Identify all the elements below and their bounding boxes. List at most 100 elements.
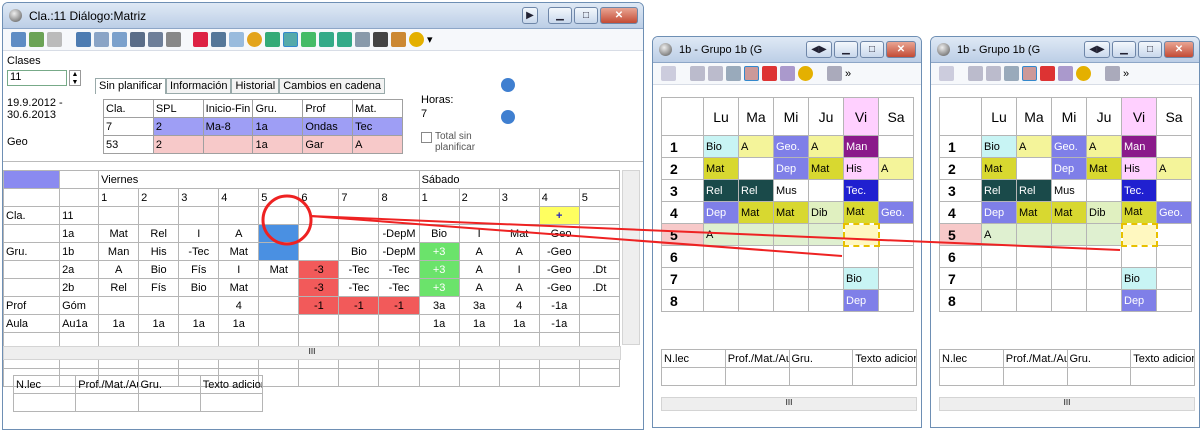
matrix-cell[interactable]: -Geo <box>538 278 580 297</box>
matrix-cell[interactable]: -1 <box>378 296 420 315</box>
title-bar[interactable]: Cla.:11 Diálogo:Matriz ▶ ▁ □ ✕ <box>3 3 643 29</box>
undo-icon[interactable] <box>726 66 741 81</box>
lesson-cell[interactable]: Dib <box>808 201 844 224</box>
matrix-cell[interactable]: -Tec <box>338 260 380 279</box>
matrix-cell[interactable]: + <box>538 206 580 225</box>
lesson-cell[interactable] <box>738 267 774 290</box>
lesson-cell[interactable] <box>1156 289 1192 312</box>
lesson-cell[interactable] <box>738 245 774 268</box>
matrix-cell[interactable]: A <box>218 224 260 243</box>
tool8-icon[interactable] <box>148 32 163 47</box>
lesson-cell[interactable] <box>738 289 774 312</box>
users-icon[interactable] <box>1058 66 1073 81</box>
matrix-cell[interactable] <box>578 314 621 333</box>
matrix-cell[interactable]: -Tec <box>378 278 420 297</box>
minimize-button[interactable]: ▁ <box>834 41 858 58</box>
lesson-cell[interactable]: Rel <box>981 179 1017 202</box>
matrix-cell[interactable]: 3a <box>458 296 500 315</box>
lesson-cell[interactable]: Mat <box>843 201 879 224</box>
matrix-cell[interactable]: -1 <box>298 296 340 315</box>
matrix-cell[interactable]: Bio <box>338 242 380 261</box>
close-button[interactable]: ✕ <box>600 7 638 24</box>
lesson-cell[interactable]: Man <box>843 135 879 158</box>
lesson-cell[interactable]: A <box>1086 135 1122 158</box>
matrix-cell[interactable]: 1a <box>98 314 140 333</box>
sched-hscroll[interactable]: III <box>939 397 1195 411</box>
lesson-cell[interactable]: Bio <box>703 135 739 158</box>
matrix-cell[interactable]: A <box>458 278 500 297</box>
search-icon[interactable] <box>762 66 777 81</box>
lesson-cell[interactable] <box>1120 222 1158 247</box>
matrix-cell[interactable]: +3 <box>418 242 460 261</box>
matrix-cell[interactable]: Bio <box>138 260 180 279</box>
scroll-grip[interactable]: III <box>309 347 316 356</box>
matrix-cell[interactable]: Mat <box>258 260 300 279</box>
lesson-cell[interactable]: Bio <box>981 135 1017 158</box>
more-icon[interactable]: » <box>1123 68 1129 80</box>
matrix-cell[interactable] <box>258 206 300 225</box>
lesson-cell[interactable]: Mat <box>738 201 774 224</box>
matrix-cell[interactable] <box>258 224 300 243</box>
lesson-cell[interactable] <box>703 245 739 268</box>
matrix-cell[interactable]: Mat <box>98 224 140 243</box>
lesson-cell[interactable] <box>1051 245 1087 268</box>
copy-icon[interactable] <box>690 66 705 81</box>
lesson-cell[interactable] <box>773 289 809 312</box>
lesson-cell[interactable]: Geo. <box>773 135 809 158</box>
sched-title-bar[interactable]: 1b - Grupo 1b (G ◀▶ ▁ □ ✕ <box>653 37 921 63</box>
tool4-icon[interactable] <box>76 32 91 47</box>
matrix-cell[interactable]: A <box>458 260 500 279</box>
nav-back-icon[interactable] <box>501 110 515 124</box>
tool11-icon[interactable] <box>211 32 226 47</box>
tool2-icon[interactable] <box>29 32 44 47</box>
matrix-cell[interactable]: Rel <box>138 224 180 243</box>
lesson-cell[interactable] <box>808 179 844 202</box>
gear-icon[interactable] <box>1076 66 1091 81</box>
lesson-cell[interactable] <box>703 289 739 312</box>
matrix-cell[interactable] <box>138 296 180 315</box>
lesson-cell[interactable]: A <box>981 223 1017 246</box>
play-icon[interactable]: ▶ <box>522 7 538 24</box>
matrix-cell[interactable] <box>298 242 340 261</box>
matrix-cell[interactable] <box>298 206 340 225</box>
tool17-icon[interactable] <box>319 32 334 47</box>
tab-sin-planificar[interactable]: Sin planificar <box>95 78 166 94</box>
lesson-cell[interactable]: Mat <box>773 201 809 224</box>
undo-icon[interactable] <box>1004 66 1019 81</box>
matrix-cell[interactable] <box>378 314 420 333</box>
matrix-cell[interactable] <box>578 296 621 315</box>
lesson-cell[interactable] <box>1016 267 1052 290</box>
lesson-cell[interactable] <box>738 157 774 180</box>
lesson-cell[interactable]: Rel <box>703 179 739 202</box>
print-icon[interactable] <box>1105 66 1120 81</box>
matrix-cell[interactable]: -Geo <box>538 224 580 243</box>
matrix-cell[interactable]: -Tec <box>378 260 420 279</box>
matrix-hscroll[interactable]: III <box>3 346 621 360</box>
matrix-cell[interactable]: A <box>98 260 140 279</box>
lesson-cell[interactable]: Geo. <box>878 201 914 224</box>
lesson-cell[interactable] <box>808 223 844 246</box>
lesson-cell[interactable] <box>1086 267 1122 290</box>
lesson-cell[interactable] <box>1016 289 1052 312</box>
lesson-cell[interactable]: Bio <box>843 267 879 290</box>
tool15-icon[interactable] <box>283 32 298 47</box>
matrix-cell[interactable]: I <box>458 224 500 243</box>
lesson-cell[interactable] <box>1016 245 1052 268</box>
matrix-vscroll[interactable] <box>622 170 640 345</box>
matrix-cell[interactable] <box>378 206 420 225</box>
matrix-cell[interactable]: .Dt <box>578 260 621 279</box>
matrix-cell[interactable] <box>578 206 621 225</box>
matrix-cell[interactable]: Fís <box>138 278 180 297</box>
matrix-cell[interactable] <box>258 278 300 297</box>
matrix-cell[interactable] <box>458 206 500 225</box>
grid-icon[interactable] <box>939 66 954 81</box>
lesson-cell[interactable]: Tec. <box>1121 179 1157 202</box>
tab-cambios[interactable]: Cambios en cadena <box>279 78 386 94</box>
lesson-cell[interactable]: Mat <box>1121 201 1157 224</box>
lesson-cell[interactable] <box>1051 267 1087 290</box>
doc-icon[interactable] <box>986 66 1001 81</box>
lesson-cell[interactable] <box>1086 245 1122 268</box>
lesson-cell[interactable] <box>808 245 844 268</box>
lesson-cell[interactable] <box>1156 135 1192 158</box>
lesson-cell[interactable]: Mat <box>1016 201 1052 224</box>
